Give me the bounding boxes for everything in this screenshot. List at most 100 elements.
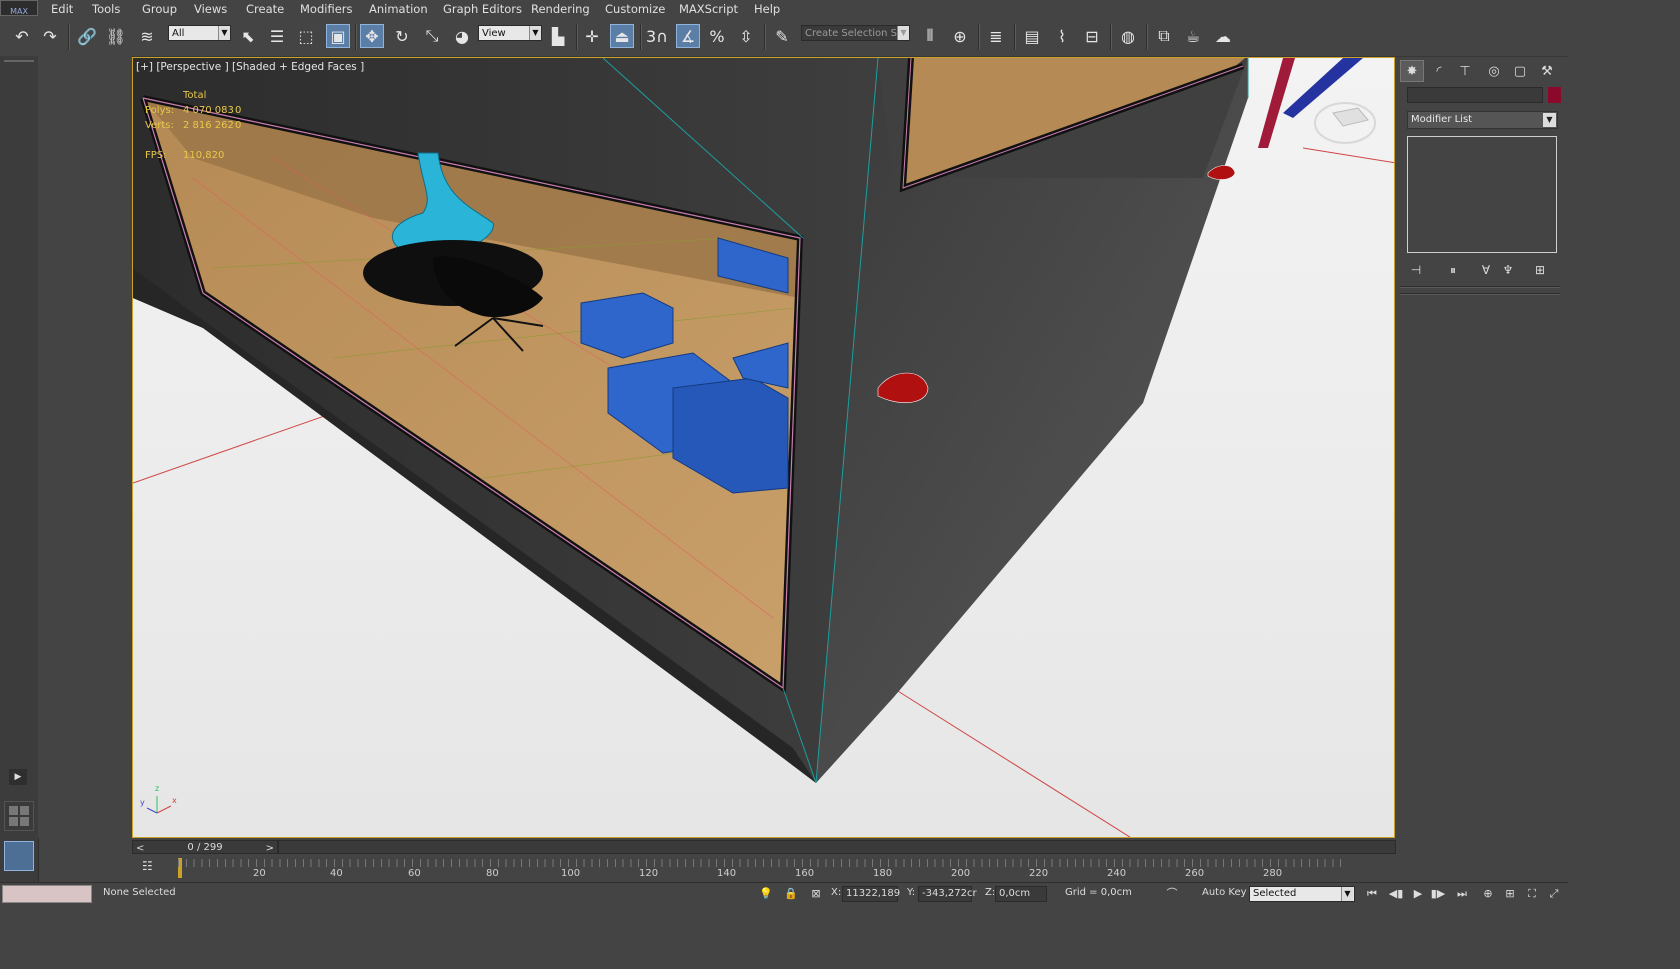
- single-viewport-icon[interactable]: [4, 841, 34, 871]
- snaps-toggle-icon[interactable]: 3 ∩: [645, 24, 669, 48]
- placement-icon[interactable]: ◕: [450, 24, 474, 48]
- isolate-selection-icon[interactable]: 💡: [758, 886, 774, 902]
- selection-lock-icon[interactable]: 🔒: [783, 886, 799, 902]
- previous-frame-icon[interactable]: ◀▮: [1388, 886, 1404, 902]
- keyboard-shortcut-icon[interactable]: ⏏: [610, 24, 634, 48]
- rendered-frame-window-icon[interactable]: ☕: [1181, 24, 1205, 48]
- time-slider[interactable]: < 0 / 299 >: [132, 839, 1396, 856]
- select-move-icon[interactable]: ✥: [360, 24, 384, 48]
- pin-stack-icon[interactable]: ⊣: [1407, 261, 1425, 279]
- viewport-layout-icon[interactable]: [4, 801, 34, 831]
- play-icon[interactable]: ▶: [1410, 886, 1426, 902]
- time-slider-thumb[interactable]: < 0 / 299 >: [132, 840, 278, 854]
- make-unique-icon[interactable]: ∀: [1477, 261, 1495, 279]
- display-tab-icon[interactable]: ▢: [1508, 60, 1532, 82]
- unlink-icon[interactable]: ⛓: [104, 24, 128, 48]
- viewport-label[interactable]: [+] [Perspective ] [Shaded + Edged Faces…: [136, 61, 364, 73]
- bind-space-warp-icon[interactable]: ≋: [135, 24, 159, 48]
- menu-animation[interactable]: Animation: [369, 2, 428, 16]
- zoom-all-icon[interactable]: ⊞: [1502, 886, 1518, 902]
- utilities-tab-icon[interactable]: ⚒: [1535, 60, 1559, 82]
- mirror-icon[interactable]: ⫴: [918, 24, 942, 48]
- goto-end-icon[interactable]: ⏭: [1454, 886, 1470, 902]
- next-frame-icon[interactable]: ▮▶: [1430, 886, 1446, 902]
- app-logo[interactable]: MAX: [0, 0, 38, 16]
- axis-y-label: y: [140, 798, 145, 807]
- menu-group[interactable]: Group: [142, 2, 177, 16]
- left-strip: ▶: [0, 56, 39, 882]
- menu-modifiers[interactable]: Modifiers: [300, 2, 353, 16]
- modifier-list-dropdown[interactable]: Modifier List ▼: [1407, 111, 1558, 129]
- motion-tab-icon[interactable]: ◎: [1482, 60, 1506, 82]
- link-icon[interactable]: 🔗: [75, 24, 99, 48]
- tick-label: 240: [1107, 868, 1127, 879]
- hierarchy-tab-icon[interactable]: ⊤: [1453, 60, 1477, 82]
- scene-explorer-icon[interactable]: ▤: [1020, 24, 1044, 48]
- menu-rendering[interactable]: Rendering: [531, 2, 590, 16]
- menu-create[interactable]: Create: [246, 2, 284, 16]
- zoom-extents-icon[interactable]: ⛶: [1524, 886, 1540, 902]
- frame-counter: 0 / 299: [187, 842, 223, 853]
- layer-manager-icon[interactable]: ≣: [984, 24, 1008, 48]
- align-icon[interactable]: ⊕: [948, 24, 972, 48]
- polys-selected: 0: [235, 105, 242, 116]
- maximize-viewport-icon[interactable]: ⤢: [1546, 886, 1562, 902]
- time-slider-track[interactable]: [278, 840, 1396, 854]
- edit-named-selection-icon[interactable]: ✎: [770, 24, 794, 48]
- object-color-swatch[interactable]: [1548, 87, 1561, 103]
- absolute-mode-icon[interactable]: ⊠: [808, 886, 824, 902]
- remove-modifier-icon[interactable]: ♆: [1499, 261, 1517, 279]
- expand-arrow-icon[interactable]: ▶: [9, 769, 27, 785]
- configure-sets-icon[interactable]: ⊞: [1531, 261, 1549, 279]
- ref-coord-dropdown[interactable]: View ▼: [478, 25, 542, 41]
- menu-maxscript[interactable]: MAXScript: [679, 2, 738, 16]
- select-manipulate-icon[interactable]: ✛: [580, 24, 604, 48]
- select-rotate-icon[interactable]: ↻: [390, 24, 414, 48]
- menu-customize[interactable]: Customize: [605, 2, 665, 16]
- toolbar-separator: [355, 24, 357, 50]
- zoom-icon[interactable]: ⊕: [1480, 886, 1496, 902]
- menu-graph-editors[interactable]: Graph Editors: [443, 2, 522, 16]
- named-selection-dropdown[interactable]: Create Selection Se ▼: [801, 25, 910, 41]
- time-prev-arrow[interactable]: <: [136, 842, 144, 855]
- key-mode-dropdown[interactable]: Selected ▼: [1249, 886, 1355, 902]
- menu-views[interactable]: Views: [194, 2, 227, 16]
- add-time-tag-icon[interactable]: ⌒: [1164, 886, 1180, 902]
- y-coord-input[interactable]: -343,272cr: [918, 886, 977, 902]
- object-name-input[interactable]: [1407, 87, 1543, 103]
- rect-selection-icon[interactable]: ⬚: [294, 24, 318, 48]
- render-production-icon[interactable]: ☁: [1211, 24, 1235, 48]
- perspective-viewport[interactable]: [+] [Perspective ] [Shaded + Edged Faces…: [132, 57, 1395, 838]
- undo-icon[interactable]: ↶: [10, 24, 34, 48]
- menu-tools[interactable]: Tools: [92, 2, 120, 16]
- redo-icon[interactable]: ↷: [38, 24, 62, 48]
- render-setup-icon[interactable]: ⧉: [1152, 24, 1176, 48]
- material-editor-icon[interactable]: ◍: [1116, 24, 1140, 48]
- x-coord-input[interactable]: 11322,189: [842, 886, 900, 902]
- spinner-snap-icon[interactable]: ⇳: [734, 24, 758, 48]
- pivot-center-icon[interactable]: ▙: [546, 24, 570, 48]
- angle-snap-icon[interactable]: ∡: [676, 24, 700, 48]
- time-next-arrow[interactable]: >: [266, 842, 274, 855]
- goto-start-icon[interactable]: ⏮: [1364, 886, 1380, 902]
- create-tab-icon[interactable]: ✸: [1400, 60, 1424, 82]
- select-scale-icon[interactable]: ⤡: [420, 24, 444, 48]
- modifier-stack[interactable]: [1407, 136, 1557, 253]
- z-coord-input[interactable]: 0,0cm: [995, 886, 1047, 902]
- show-end-result-icon[interactable]: ⏸: [1444, 261, 1462, 279]
- auto-key-button[interactable]: Auto Key: [1202, 887, 1247, 898]
- window-crossing-icon[interactable]: ▣: [326, 24, 350, 48]
- curve-editor-icon[interactable]: ⌇: [1050, 24, 1074, 48]
- mini-curve-editor-icon[interactable]: ☷: [142, 859, 158, 875]
- selection-filter-dropdown[interactable]: All ▼: [168, 25, 231, 41]
- modify-tab-icon[interactable]: ◜: [1427, 60, 1451, 82]
- maxscript-listener-mini[interactable]: [2, 885, 92, 903]
- schematic-view-icon[interactable]: ⊟: [1080, 24, 1104, 48]
- snap-label: 3: [646, 26, 657, 46]
- track-bar[interactable]: ☷ 20 40 60 80 100 120 140 160 180 200 22…: [132, 856, 1348, 882]
- menu-help[interactable]: Help: [754, 2, 780, 16]
- menu-edit[interactable]: Edit: [51, 2, 73, 16]
- select-object-icon[interactable]: ⬉: [236, 24, 260, 48]
- percent-snap-icon[interactable]: %: [705, 24, 729, 48]
- select-by-name-icon[interactable]: ☰: [265, 24, 289, 48]
